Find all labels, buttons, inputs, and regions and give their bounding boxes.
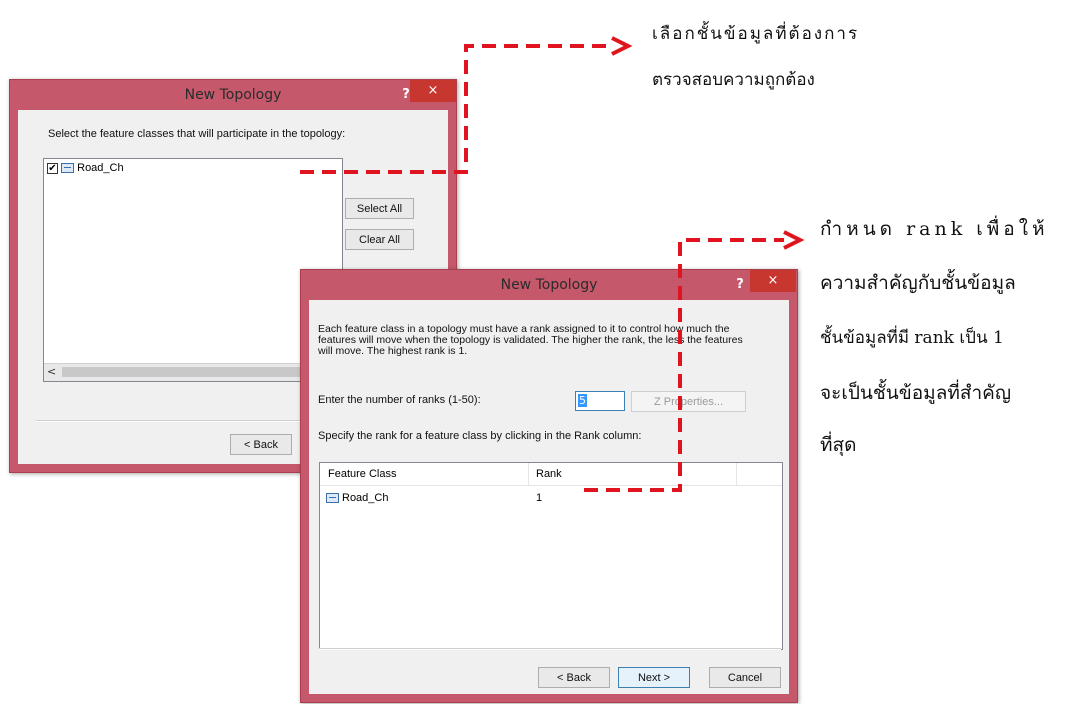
z-properties-button[interactable]: Z Properties... bbox=[631, 391, 746, 412]
annotation-top-line-2: ตรวจสอบความถูกต้อง bbox=[652, 70, 815, 90]
feature-class-list[interactable]: ✔ Road_Ch < bbox=[43, 158, 343, 382]
dialog-2-separator bbox=[319, 648, 781, 650]
column-divider bbox=[736, 463, 737, 485]
row-rank[interactable]: 1 bbox=[536, 492, 542, 504]
annotation-right-line-5: ที่สุด bbox=[820, 434, 857, 456]
new-topology-dialog-2: New Topology ? × Each feature class in a… bbox=[300, 269, 798, 703]
dialog-2-client: Each feature class in a topology must ha… bbox=[309, 300, 789, 694]
dialog-2-title: New Topology bbox=[500, 277, 598, 293]
checkbox-road-ch[interactable]: ✔ bbox=[47, 162, 58, 174]
row-feature-class: Road_Ch bbox=[342, 492, 389, 504]
select-instruction: Select the feature classes that will par… bbox=[48, 128, 346, 140]
line-feature-class-icon bbox=[61, 163, 75, 174]
list-item-label: Road_Ch bbox=[77, 162, 124, 174]
table-row[interactable]: Road_Ch 1 bbox=[320, 491, 782, 507]
rank-description: Each feature class in a topology must ha… bbox=[318, 323, 743, 357]
table-header: Feature Class Rank bbox=[320, 463, 782, 486]
scrollbar-thumb[interactable] bbox=[62, 367, 326, 377]
annotation-right-line-3: ชั้นข้อมูลที่มี rank เป็น 1 bbox=[820, 328, 1004, 348]
cancel-button[interactable]: Cancel bbox=[709, 667, 781, 688]
close-button[interactable]: × bbox=[410, 80, 456, 102]
ranks-input[interactable]: 5 bbox=[575, 391, 625, 411]
arrowhead-icon bbox=[611, 36, 633, 56]
horizontal-scrollbar[interactable]: < bbox=[44, 363, 342, 381]
feature-class-table[interactable]: Feature Class Rank Road_Ch 1 bbox=[319, 462, 783, 650]
column-header-rank[interactable]: Rank bbox=[536, 468, 562, 480]
annotation-right-line-2: ความสำคัญกับชั้นข้อมูล bbox=[820, 272, 1016, 294]
scroll-left-icon[interactable]: < bbox=[47, 365, 56, 378]
annotation-top-line-1: เลือกชั้นข้อมูลที่ต้องการ bbox=[652, 24, 860, 44]
back-button-1[interactable]: < Back bbox=[230, 434, 292, 455]
specify-rank-label: Specify the rank for a feature class by … bbox=[318, 430, 642, 442]
column-header-feature-class[interactable]: Feature Class bbox=[328, 468, 396, 480]
column-divider bbox=[528, 463, 529, 485]
clear-all-button[interactable]: Clear All bbox=[345, 229, 414, 250]
ranks-input-value: 5 bbox=[578, 394, 587, 407]
help-button[interactable]: ? bbox=[730, 274, 750, 296]
select-all-button[interactable]: Select All bbox=[345, 198, 414, 219]
ranks-label: Enter the number of ranks (1-50): bbox=[318, 394, 481, 406]
line-feature-class-icon bbox=[326, 493, 339, 503]
arrowhead-icon bbox=[783, 230, 805, 250]
next-button[interactable]: Next > bbox=[618, 667, 690, 688]
close-button[interactable]: × bbox=[750, 270, 796, 292]
annotation-right-line-1: กำหนด rank เพื่อให้ bbox=[820, 218, 1049, 240]
annotation-right-line-4: จะเป็นชั้นข้อมูลที่สำคัญ bbox=[820, 382, 1012, 404]
list-item[interactable]: ✔ Road_Ch bbox=[47, 162, 124, 174]
dialog-1-title: New Topology bbox=[184, 87, 282, 103]
back-button-2[interactable]: < Back bbox=[538, 667, 610, 688]
